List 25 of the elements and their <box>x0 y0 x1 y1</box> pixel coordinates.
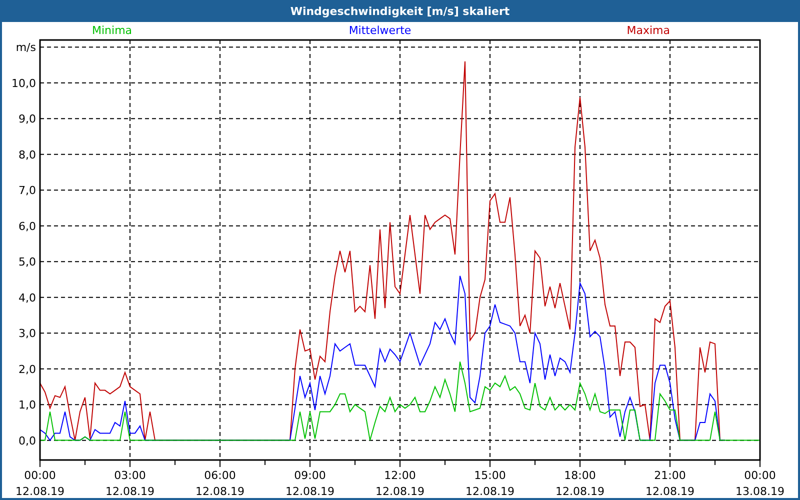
x-axis-label: 03:00 12.08.19 <box>106 469 154 498</box>
y-axis-label: 7,0 <box>18 184 36 198</box>
x-axis-label: 06:00 12.08.19 <box>196 469 244 498</box>
y-axis-label: 5,0 <box>18 256 36 269</box>
x-axis-label: 15:00 12.08.19 <box>466 469 514 498</box>
x-axis-label: 00:00 13.08.19 <box>736 469 784 498</box>
x-axis-label: 21:00 12.08.19 <box>646 469 694 498</box>
y-axis-label: 3,0 <box>18 327 36 340</box>
y-axis-label: 0,0 <box>18 434 36 448</box>
y-axis-label: 8,0 <box>18 148 36 162</box>
y-axis-label: 6,0 <box>18 220 36 233</box>
x-axis-label: 12:00 12.08.19 <box>376 469 424 498</box>
y-axis-label: 2,0 <box>18 362 36 376</box>
x-axis-label: 00:00 12.08.19 <box>16 469 64 498</box>
window-title: Windgeschwindigkeit [m/s] skaliert <box>290 4 510 18</box>
y-axis-label: 4,0 <box>18 291 36 304</box>
x-axis-label: 09:00 12.08.19 <box>286 469 334 498</box>
y-axis-label: 9,0 <box>18 112 36 126</box>
y-axis-label: 10,0 <box>12 76 36 90</box>
legend-label: Maxima <box>626 24 670 36</box>
y-axis-title: m/s <box>16 41 36 54</box>
legend-label: Mittelwerte <box>348 24 412 36</box>
legend-label: Minima <box>92 24 132 36</box>
y-axis-label: 1,0 <box>18 398 36 412</box>
x-axis-label: 18:00 12.08.19 <box>556 469 604 498</box>
